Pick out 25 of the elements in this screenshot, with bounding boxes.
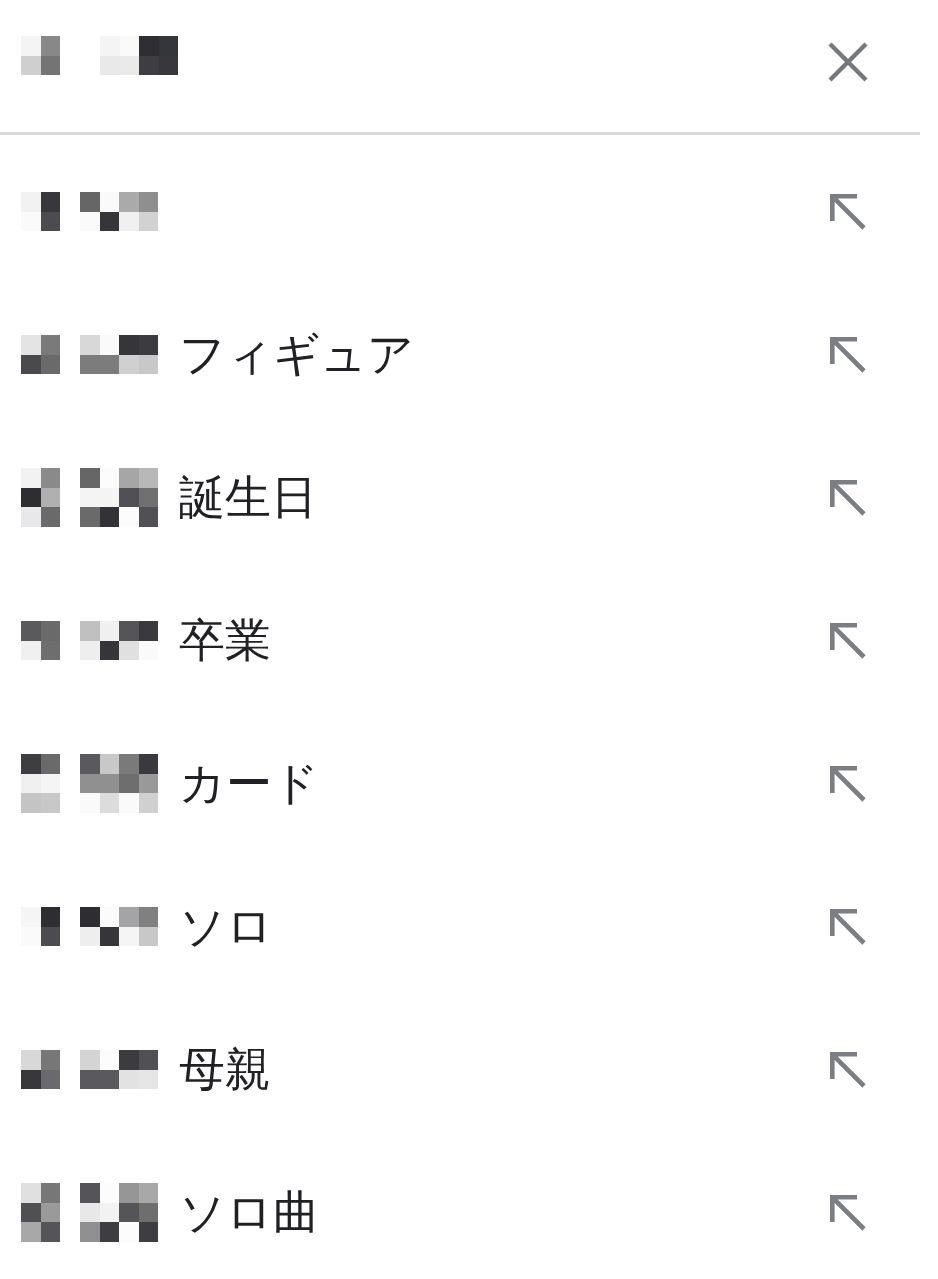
arrow-up-left-icon[interactable] bbox=[830, 908, 866, 945]
mosaic-drawing bbox=[21, 1183, 60, 1242]
suggestion-text[interactable]: 誕生日 bbox=[179, 466, 317, 529]
arrow-up-left-icon[interactable] bbox=[830, 622, 866, 659]
mosaic-drawing bbox=[21, 335, 60, 374]
close-icon[interactable] bbox=[828, 42, 868, 82]
arrow-up-left-icon[interactable] bbox=[830, 1194, 866, 1231]
mosaic-drawing bbox=[21, 468, 60, 527]
suggestion-text[interactable]: カード bbox=[179, 752, 319, 815]
mosaic-drawing bbox=[21, 621, 60, 660]
suggestion-text[interactable]: ソロ bbox=[179, 895, 273, 958]
suggestion-text[interactable]: 卒業 bbox=[179, 609, 271, 672]
suggestion-text[interactable]: フィギュア bbox=[179, 323, 414, 386]
mosaic-drawing bbox=[21, 192, 60, 231]
suggestion-text[interactable]: ソロ曲 bbox=[179, 1181, 319, 1244]
arrow-up-left-icon[interactable] bbox=[830, 479, 866, 516]
arrow-up-left-icon[interactable] bbox=[830, 193, 866, 230]
mosaic-drawing bbox=[21, 754, 60, 813]
mosaic-drawing bbox=[21, 907, 60, 946]
arrow-up-left-icon[interactable] bbox=[830, 336, 866, 373]
arrow-up-left-icon[interactable] bbox=[830, 1051, 866, 1088]
arrow-up-left-icon[interactable] bbox=[830, 765, 866, 802]
mosaic-drawing bbox=[21, 1050, 60, 1089]
mosaic-drawing bbox=[21, 35, 60, 75]
suggestion-text[interactable]: 母親 bbox=[179, 1038, 271, 1101]
